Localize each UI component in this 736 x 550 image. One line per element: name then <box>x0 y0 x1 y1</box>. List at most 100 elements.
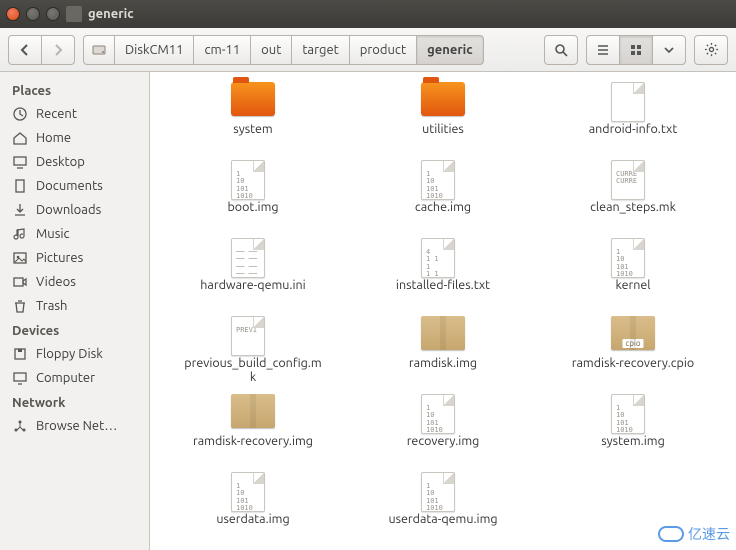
sidebar-item-label: Trash <box>36 299 67 313</box>
close-window-button[interactable] <box>6 7 20 21</box>
file-item[interactable]: 4 1 1 1 1 1 installed-files.txt <box>348 232 538 310</box>
file-icon <box>231 82 275 118</box>
breadcrumb-target[interactable]: target <box>291 35 349 65</box>
back-button[interactable] <box>8 35 42 65</box>
breadcrumb-out[interactable]: out <box>250 35 292 65</box>
sidebar-item-music[interactable]: Music <box>0 222 149 246</box>
file-icon: 1 10 101 1010 <box>231 472 275 508</box>
computer-icon <box>12 370 28 386</box>
clock-icon <box>12 106 28 122</box>
file-item[interactable]: utilities <box>348 76 538 154</box>
view-options-button[interactable] <box>652 35 686 65</box>
breadcrumb-label: DiskCM11 <box>125 43 183 57</box>
file-name: userdata.img <box>216 512 289 526</box>
file-icon: 4 1 1 1 1 1 <box>421 238 465 274</box>
sidebar-item-floppy-disk[interactable]: Floppy Disk <box>0 342 149 366</box>
file-item[interactable]: ramdisk-recovery.cpio <box>538 310 728 388</box>
settings-button[interactable] <box>694 35 728 65</box>
trash-icon <box>12 298 28 314</box>
file-name: kernel <box>615 278 650 292</box>
sidebar-item-browse-net-[interactable]: Browse Net… <box>0 414 149 438</box>
breadcrumb-generic[interactable]: generic <box>416 35 484 65</box>
sidebar-heading-network: Network <box>0 390 149 414</box>
gear-icon <box>704 42 719 57</box>
sidebar-item-label: Videos <box>36 275 76 289</box>
file-name: hardware-qemu.ini <box>200 278 305 292</box>
file-name: ramdisk.img <box>409 356 477 370</box>
file-icon <box>611 316 655 352</box>
sidebar-item-videos[interactable]: Videos <box>0 270 149 294</box>
file-name: userdata-qemu.img <box>388 512 497 526</box>
file-item[interactable]: ── ── ── ── ── ── ── ──hardware-qemu.ini <box>158 232 348 310</box>
file-item[interactable]: 1 10 101 1010 system.img <box>538 388 728 466</box>
list-view-button[interactable] <box>586 35 620 65</box>
sidebar-item-downloads[interactable]: Downloads <box>0 198 149 222</box>
sidebar-item-label: Downloads <box>36 203 101 217</box>
maximize-window-button[interactable] <box>46 7 60 21</box>
sidebar-item-home[interactable]: Home <box>0 126 149 150</box>
sidebar-item-documents[interactable]: Documents <box>0 174 149 198</box>
breadcrumb-label: product <box>360 43 406 57</box>
file-item[interactable]: 1 10 101 1010 userdata.img <box>158 466 348 544</box>
sidebar-item-trash[interactable]: Trash <box>0 294 149 318</box>
file-icon: CURRE CURRE <box>611 160 655 196</box>
path-drive-button[interactable] <box>83 35 115 65</box>
sidebar-heading-devices: Devices <box>0 318 149 342</box>
sidebar-item-pictures[interactable]: Pictures <box>0 246 149 270</box>
file-item[interactable]: ramdisk.img <box>348 310 538 388</box>
file-name: utilities <box>422 122 464 136</box>
file-icon: 1 10 101 1010 <box>421 472 465 508</box>
drive-icon <box>91 42 107 58</box>
sidebar-item-recent[interactable]: Recent <box>0 102 149 126</box>
breadcrumb-label: cm-11 <box>204 43 240 57</box>
file-item[interactable]: PREVIprevious_build_config.mk <box>158 310 348 388</box>
sidebar-item-label: Music <box>36 227 70 241</box>
sidebar-item-desktop[interactable]: Desktop <box>0 150 149 174</box>
file-icon: 1 10 101 1010 <box>611 394 655 430</box>
chevron-right-icon <box>52 44 64 56</box>
file-item[interactable]: 1 10 101 1010cache.img <box>348 154 538 232</box>
sidebar-item-label: Desktop <box>36 155 85 169</box>
grid-view-button[interactable] <box>619 35 653 65</box>
file-name: ramdisk-recovery.img <box>193 434 313 448</box>
file-item[interactable]: android-info.txt <box>538 76 728 154</box>
breadcrumb-diskcm11[interactable]: DiskCM11 <box>114 35 194 65</box>
home-icon <box>12 130 28 146</box>
file-name: boot.img <box>227 200 278 214</box>
search-icon <box>554 43 568 57</box>
search-button[interactable] <box>544 35 578 65</box>
breadcrumb-product[interactable]: product <box>349 35 417 65</box>
file-item[interactable]: 1 10 101 1010 userdata-qemu.img <box>348 466 538 544</box>
file-name: cache.img <box>415 200 471 214</box>
network-icon <box>12 418 28 434</box>
file-icon: 1 10 101 1010 <box>231 160 275 196</box>
sidebar-item-label: Computer <box>36 371 95 385</box>
titlebar: generic <box>0 0 736 28</box>
breadcrumb-label: generic <box>427 43 473 57</box>
window-controls <box>6 7 60 21</box>
file-item[interactable]: CURRE CURRE clean_steps.mk <box>538 154 728 232</box>
file-item[interactable]: 1 10 101 1010 kernel <box>538 232 728 310</box>
picture-icon <box>12 250 28 266</box>
file-name: system.img <box>601 434 665 448</box>
file-icon: PREVI <box>231 316 275 352</box>
files-pane[interactable]: system utilities android-info.txt 1 10 101 … <box>150 72 736 550</box>
file-item[interactable]: ramdisk-recovery.img <box>158 388 348 466</box>
breadcrumb-cm-11[interactable]: cm-11 <box>193 35 251 65</box>
file-name: installed-files.txt <box>396 278 490 292</box>
file-item[interactable]: system <box>158 76 348 154</box>
file-name: android-info.txt <box>589 122 678 136</box>
forward-button[interactable] <box>41 35 75 65</box>
file-item[interactable]: 1 10 101 1010recovery.img <box>348 388 538 466</box>
file-icon: 1 10 101 1010 <box>611 238 655 274</box>
floppy-icon <box>12 346 28 362</box>
doc-icon <box>12 178 28 194</box>
file-item[interactable]: 1 10 101 1010 boot.img <box>158 154 348 232</box>
sidebar-item-label: Browse Net… <box>36 419 117 433</box>
video-icon <box>12 274 28 290</box>
app-icon <box>66 6 82 22</box>
file-name: clean_steps.mk <box>590 200 676 214</box>
sidebar-item-computer[interactable]: Computer <box>0 366 149 390</box>
minimize-window-button[interactable] <box>26 7 40 21</box>
sidebar-item-label: Pictures <box>36 251 83 265</box>
